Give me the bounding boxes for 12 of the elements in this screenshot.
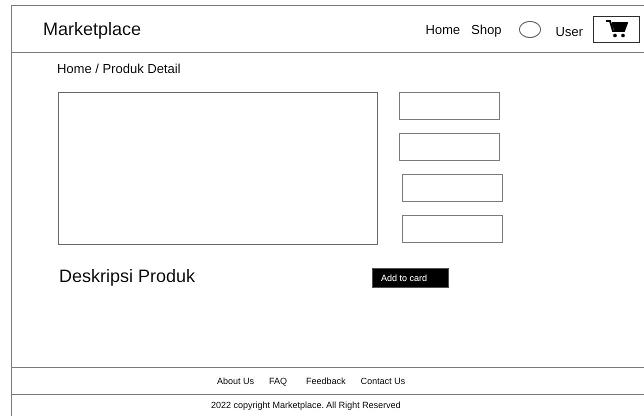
footer-link[interactable]: Contact Us <box>360 376 406 386</box>
footer-link[interactable]: Feedback <box>306 376 346 386</box>
nav-link[interactable]: Home <box>425 22 460 36</box>
brand-title: Marketplace <box>43 18 142 40</box>
add-to-cart-button[interactable]: Add to card <box>372 268 449 288</box>
description-heading: Deskripsi Produk <box>59 266 196 286</box>
copyright-text: 2022 copyright Marketplace. All Right Reserved <box>211 400 401 410</box>
breadcrumb: Home / Produk Detail <box>57 61 182 76</box>
user-link[interactable]: User <box>556 24 583 38</box>
footer-link[interactable]: About Us <box>217 376 254 386</box>
nav-link[interactable]: Shop <box>471 22 502 36</box>
footer-link[interactable]: FAQ <box>269 376 288 386</box>
